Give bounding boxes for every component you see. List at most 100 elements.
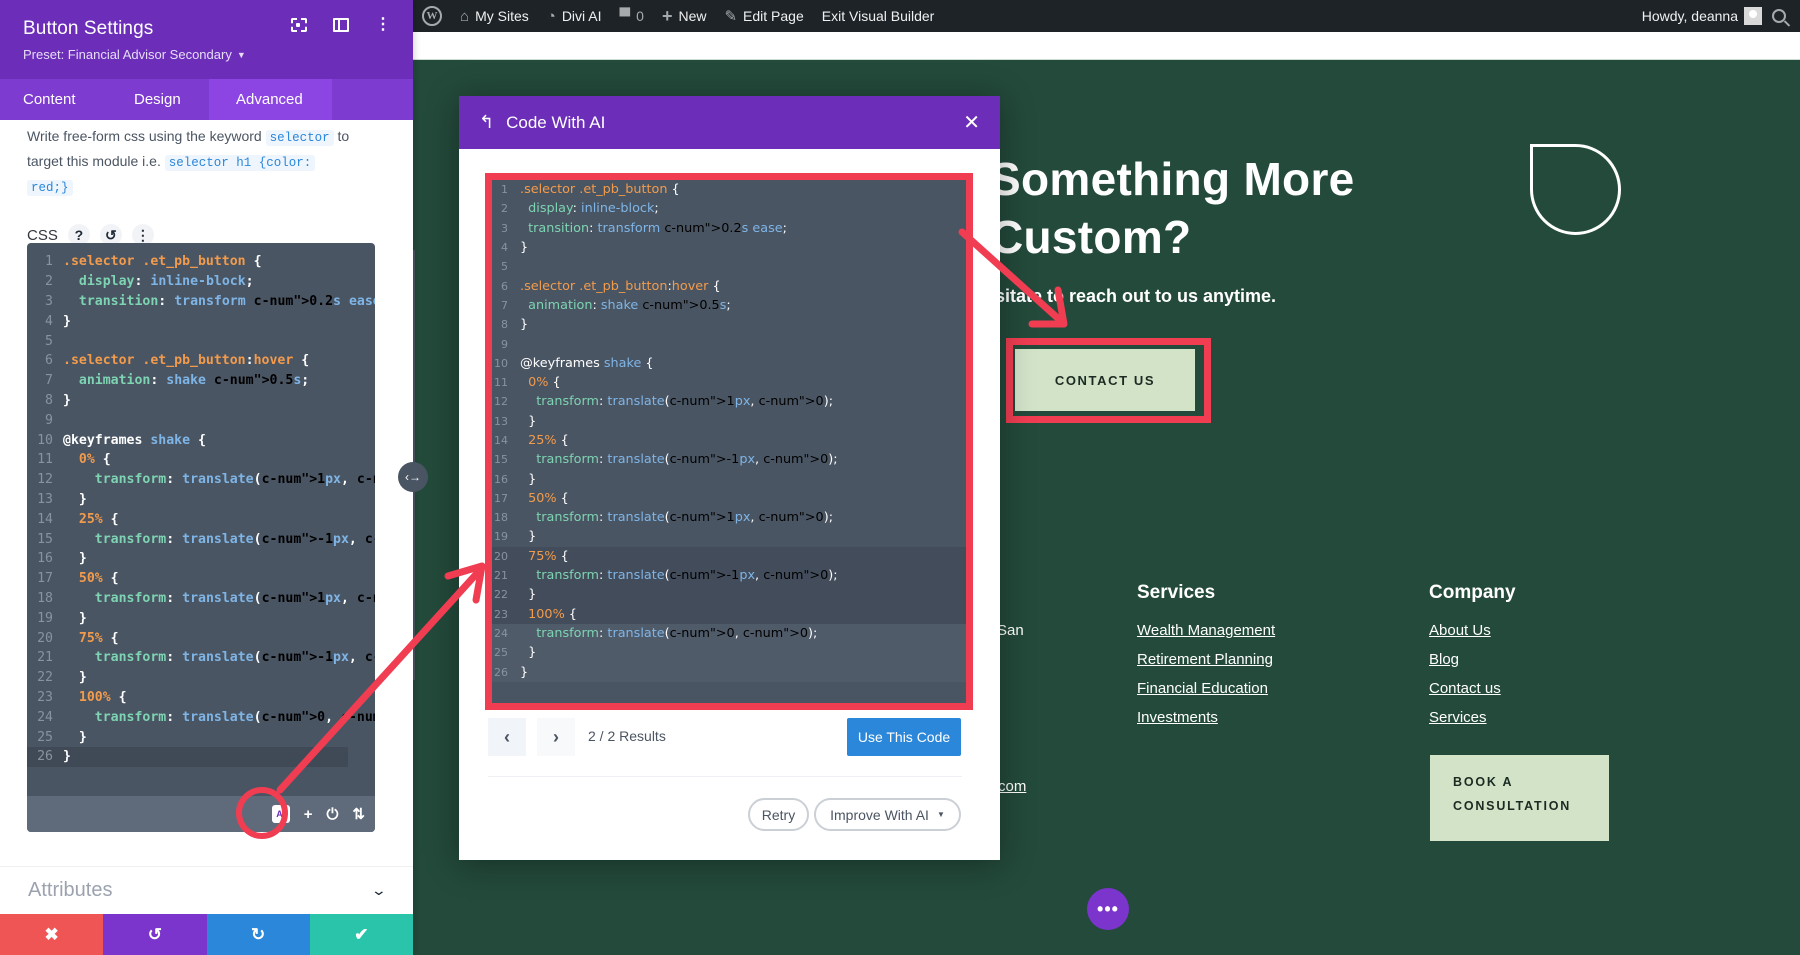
code-text: } bbox=[520, 240, 529, 256]
code-text: .selector .et_pb_button { bbox=[520, 182, 680, 198]
code-text: } bbox=[63, 749, 71, 765]
services-link[interactable]: Retirement Planning bbox=[1137, 651, 1273, 668]
services-link[interactable]: Investments bbox=[1137, 709, 1218, 726]
code-line: 3 transition: transform c-num">0.2s ease… bbox=[492, 219, 966, 238]
code-line: 22 } bbox=[492, 585, 966, 605]
panel-footer: ✖ ↺ ↻ ✔ bbox=[0, 914, 413, 955]
code-text: .selector .et_pb_button:hover { bbox=[63, 353, 310, 369]
css-label: CSS bbox=[27, 226, 58, 244]
code-line: 14 25% { bbox=[492, 431, 966, 450]
more-dots-icon: ••• bbox=[1097, 898, 1119, 919]
tab-design[interactable]: Design bbox=[109, 79, 209, 120]
back-icon[interactable]: ↰ bbox=[479, 112, 494, 133]
line-number: 3 bbox=[45, 293, 53, 309]
discard-button[interactable]: ✖ bbox=[0, 914, 104, 955]
more-vertical-icon[interactable]: ⋮ bbox=[375, 17, 391, 33]
tab-content[interactable]: Content bbox=[0, 79, 109, 120]
account-menu[interactable]: Howdy, deanna bbox=[1633, 0, 1762, 32]
use-this-code-button[interactable]: Use This Code bbox=[847, 718, 961, 756]
code-text: } bbox=[78, 551, 87, 567]
generated-code[interactable]: 1 .selector .et_pb_button {2 display: inl… bbox=[492, 180, 966, 703]
panel-resize-handle[interactable]: ‹→ bbox=[398, 462, 428, 492]
builder-options-button[interactable]: ••• bbox=[1087, 888, 1129, 930]
undo-icon: ↺ bbox=[147, 924, 162, 944]
code-line: 11 0% { bbox=[492, 373, 966, 392]
services-link[interactable]: Wealth Management bbox=[1137, 622, 1275, 639]
line-number: 5 bbox=[45, 333, 53, 349]
search-icon[interactable] bbox=[1772, 9, 1786, 23]
pencil-icon: ✎ bbox=[724, 8, 738, 25]
exit-visual-builder-link[interactable]: Exit Visual Builder bbox=[813, 0, 944, 32]
code-line: 2 display: inline-block; bbox=[27, 272, 375, 292]
code-text: 50% { bbox=[528, 490, 569, 506]
code-line: 4} bbox=[27, 311, 375, 331]
company-link[interactable]: Services bbox=[1429, 709, 1487, 726]
comments-menu[interactable]: ▀ 0 bbox=[611, 0, 653, 32]
code-line: 23 100% { bbox=[27, 688, 375, 708]
line-number: 9 bbox=[45, 412, 53, 428]
services-link[interactable]: Financial Education bbox=[1137, 680, 1268, 697]
code-text: .selector .et_pb_button:hover { bbox=[520, 278, 721, 294]
line-number: 18 bbox=[494, 511, 508, 525]
columns-icon[interactable] bbox=[333, 18, 349, 32]
code-text: display: inline-block; bbox=[78, 274, 254, 290]
code-line: 3 transition: transform c-num">0.2s ease… bbox=[27, 292, 375, 312]
code-text: transition: transform c-num">0.2s ease; bbox=[78, 293, 375, 309]
previous-result-button[interactable]: ‹ bbox=[488, 718, 526, 756]
line-number: 25 bbox=[37, 729, 53, 745]
line-number: 8 bbox=[45, 392, 53, 408]
code-text: display: inline-block; bbox=[528, 201, 659, 217]
edit-page-menu[interactable]: ✎ Edit Page bbox=[715, 0, 812, 32]
code-text: transform: translate(c-num">-1px, c-num"… bbox=[536, 452, 838, 468]
line-number: 10 bbox=[37, 432, 53, 448]
line-number: 25 bbox=[494, 646, 508, 660]
close-icon[interactable]: ✕ bbox=[963, 110, 980, 135]
code-line: 19 } bbox=[27, 608, 375, 628]
wordpress-menu[interactable]: W bbox=[413, 0, 451, 32]
my-sites-menu[interactable]: ⌂ My Sites bbox=[451, 0, 538, 32]
undo-button[interactable]: ↺ bbox=[103, 914, 207, 955]
redo-button[interactable]: ↻ bbox=[206, 914, 310, 955]
tab-advanced[interactable]: Advanced bbox=[209, 79, 332, 120]
code-text: 25% { bbox=[528, 433, 569, 448]
caret-down-icon: ▼ bbox=[236, 49, 246, 60]
retry-button[interactable]: Retry bbox=[748, 798, 809, 831]
power-icon[interactable]: ⏻ bbox=[327, 806, 339, 823]
expand-icon[interactable] bbox=[291, 18, 307, 32]
code-line: 20 75% { bbox=[492, 546, 966, 566]
book-consultation-button[interactable]: BOOK A CONSULTATION bbox=[1430, 755, 1609, 841]
css-code-editor[interactable]: 1 .selector .et_pb_button {2 display: inl… bbox=[27, 243, 375, 832]
plus-icon[interactable]: + bbox=[304, 806, 313, 823]
code-line: 13 } bbox=[492, 412, 966, 431]
settings-tabs: Content Design Advanced bbox=[0, 79, 413, 120]
line-number: 12 bbox=[37, 472, 53, 488]
line-number: 22 bbox=[494, 588, 508, 602]
modal-header: ↰ Code With AI ✕ bbox=[459, 96, 1000, 149]
code-line: 15 transform: translate(c-num">-1px, c-n… bbox=[492, 450, 966, 469]
chevron-right-icon: › bbox=[553, 726, 559, 747]
company-link[interactable]: Blog bbox=[1429, 651, 1459, 668]
wordpress-logo-icon: W bbox=[422, 6, 442, 26]
new-menu[interactable]: + New bbox=[653, 0, 716, 32]
email-link[interactable]: com bbox=[998, 778, 1026, 795]
save-button[interactable]: ✔ bbox=[309, 914, 413, 955]
code-line: 24 transform: translate(c-num">0, c-num"… bbox=[27, 707, 375, 727]
code-text: } bbox=[78, 670, 87, 686]
attributes-section-toggle[interactable]: Attributes ⌄ bbox=[0, 866, 413, 914]
line-number: 6 bbox=[45, 353, 53, 369]
sort-arrows-icon[interactable]: ⇅ bbox=[352, 805, 365, 823]
next-result-button[interactable]: › bbox=[537, 718, 575, 756]
code-text: } bbox=[63, 392, 71, 408]
line-number: 26 bbox=[37, 749, 53, 765]
company-link[interactable]: Contact us bbox=[1429, 680, 1501, 697]
line-number: 8 bbox=[501, 318, 508, 332]
code-line: 12 transform: translate(c-num">1px, c-nu… bbox=[492, 392, 966, 411]
code-line: 10 @keyframes shake { bbox=[492, 354, 966, 373]
company-link[interactable]: About Us bbox=[1429, 622, 1491, 639]
code-text: transform: translate(c-num">1px, c-num">… bbox=[94, 472, 375, 488]
code-text: .selector .et_pb_button { bbox=[63, 254, 262, 270]
divi-ai-menu[interactable]: ◔ Divi AI bbox=[538, 0, 611, 32]
improve-with-ai-button[interactable]: Improve With AI ▼ bbox=[814, 798, 961, 831]
preset-dropdown[interactable]: Preset: Financial Advisor Secondary ▼ bbox=[23, 47, 390, 62]
code-text: } bbox=[528, 645, 537, 661]
